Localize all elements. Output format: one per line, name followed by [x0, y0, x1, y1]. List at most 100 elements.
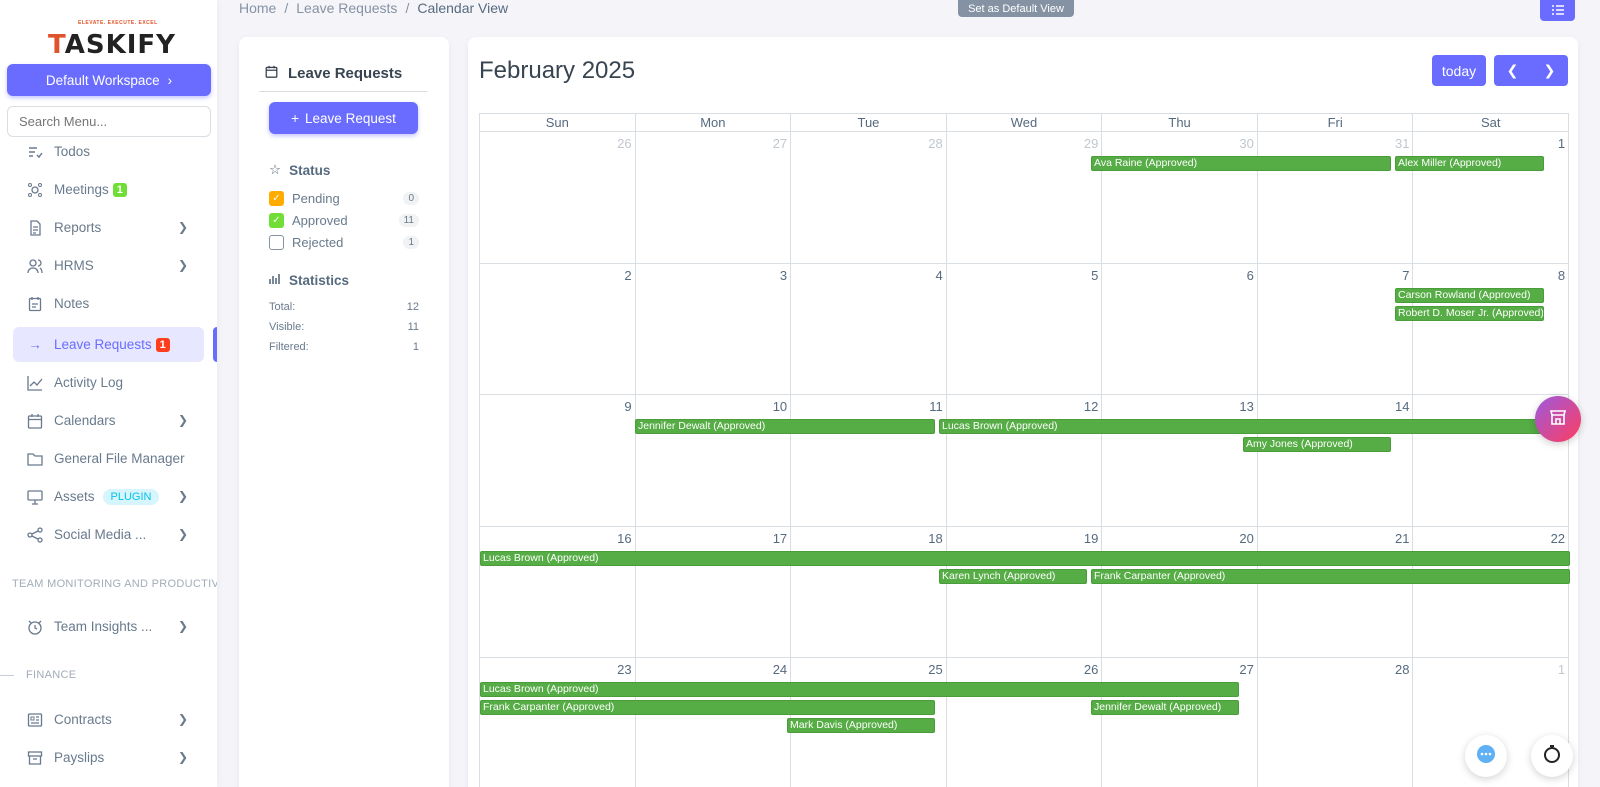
- day-cell[interactable]: 23: [480, 658, 636, 787]
- day-cell[interactable]: 13: [1102, 395, 1258, 526]
- day-cell[interactable]: 14: [1258, 395, 1414, 526]
- sidebar-item-reports[interactable]: Reports ❯: [13, 210, 204, 245]
- leave-event[interactable]: Frank Carpanter (Approved): [480, 700, 935, 715]
- sidebar-item-assets[interactable]: Assets PLUGIN ❯: [13, 479, 204, 514]
- day-cell[interactable]: 11: [791, 395, 947, 526]
- chevron-right-icon: ❯: [177, 258, 188, 272]
- day-cell[interactable]: 6: [1102, 263, 1258, 394]
- filter-rejected[interactable]: Rejected 1: [269, 235, 419, 250]
- stat-filtered: Filtered: 1: [269, 341, 419, 353]
- approved-checkbox[interactable]: ✓: [269, 213, 284, 228]
- leave-event[interactable]: Mark Davis (Approved): [787, 718, 935, 733]
- arrow-right-icon: →: [28, 337, 42, 352]
- day-cell[interactable]: 2: [480, 263, 636, 394]
- leave-event[interactable]: Lucas Brown (Approved): [480, 550, 1570, 566]
- day-cell[interactable]: 10: [636, 395, 792, 526]
- filter-approved[interactable]: ✓ Approved 11: [269, 213, 419, 228]
- day-cell[interactable]: 28: [1258, 658, 1414, 787]
- calendar-title: February 2025: [479, 57, 636, 84]
- day-cell[interactable]: 1: [1413, 132, 1570, 263]
- chevron-right-icon: ❯: [177, 750, 188, 764]
- sidebar-item-team-insights[interactable]: Team Insights ... ❯: [13, 609, 204, 644]
- day-cell[interactable]: 26: [480, 132, 636, 263]
- day-cell[interactable]: 27: [1102, 658, 1258, 787]
- timer-button[interactable]: [1531, 735, 1573, 777]
- day-cell[interactable]: 5: [947, 263, 1103, 394]
- day-cell[interactable]: 12: [947, 395, 1103, 526]
- list-view-button[interactable]: [1540, 0, 1575, 21]
- day-cell[interactable]: 9: [480, 395, 636, 526]
- leave-event[interactable]: Robert D. Moser Jr. (Approved): [1395, 305, 1544, 321]
- leave-event[interactable]: Alex Miller (Approved): [1395, 156, 1544, 171]
- day-cell[interactable]: 17: [636, 526, 792, 657]
- day-cell[interactable]: 16: [480, 526, 636, 657]
- sidebar-item-contracts[interactable]: Contracts ❯: [13, 702, 204, 737]
- pending-checkbox[interactable]: ✓: [269, 191, 284, 206]
- leave-event[interactable]: Lucas Brown (Approved): [480, 682, 1239, 697]
- divider: [259, 91, 427, 92]
- day-cell[interactable]: 3: [636, 263, 792, 394]
- sidebar-item-payslips[interactable]: Payslips ❯: [13, 740, 204, 775]
- leave-event[interactable]: Frank Carpanter (Approved): [1091, 568, 1570, 584]
- search-menu-input[interactable]: [7, 106, 211, 137]
- statistics-section-title: Statistics: [269, 273, 349, 288]
- day-cell[interactable]: 28: [791, 132, 947, 263]
- app-logo[interactable]: ELEVATE. EXECUTE. EXCEL TASKIFY: [48, 18, 176, 58]
- prev-month-button[interactable]: ❮: [1494, 55, 1531, 86]
- add-leave-request-button[interactable]: + Leave Request: [269, 102, 418, 134]
- bar-chart-icon: [269, 273, 281, 288]
- rejected-count: 1: [403, 236, 419, 249]
- chat-button[interactable]: [1465, 735, 1507, 777]
- weekday-sat: Sat: [1481, 115, 1501, 130]
- sidebar-item-calendars[interactable]: Calendars ❯: [13, 403, 204, 438]
- calendar-week: 9 10 11 12 13 14 15 Jennifer Dewalt (App…: [479, 395, 1570, 527]
- day-cell[interactable]: 21: [1258, 526, 1414, 657]
- day-cell[interactable]: 4: [791, 263, 947, 394]
- sidebar-item-social-media[interactable]: Social Media ... ❯: [13, 517, 204, 552]
- day-cell[interactable]: 24: [636, 658, 792, 787]
- day-cell[interactable]: 30: [1102, 132, 1258, 263]
- set-default-view-button[interactable]: Set as Default View: [958, 0, 1074, 17]
- day-cell[interactable]: 26: [947, 658, 1103, 787]
- leave-event[interactable]: Karen Lynch (Approved): [939, 568, 1087, 584]
- day-cell[interactable]: 18: [791, 526, 947, 657]
- sidebar-item-notes[interactable]: Notes: [13, 286, 204, 321]
- day-cell[interactable]: 22: [1413, 526, 1570, 657]
- rejected-checkbox[interactable]: [269, 235, 284, 250]
- share-icon: [26, 526, 44, 544]
- sidebar-item-activity-log[interactable]: Activity Log: [13, 365, 204, 400]
- list-icon: [1551, 2, 1564, 20]
- day-cell[interactable]: 27: [636, 132, 792, 263]
- day-cell[interactable]: 7: [1258, 263, 1414, 394]
- list-check-icon: [26, 143, 44, 161]
- day-cell[interactable]: 29: [947, 132, 1103, 263]
- sidebar-item-todos[interactable]: Todos: [13, 134, 204, 169]
- filter-pending[interactable]: ✓ Pending 0: [269, 191, 419, 206]
- weekday-header: Sun Mon Tue Wed Thu Fri Sat: [479, 113, 1569, 132]
- sidebar-item-hrms[interactable]: HRMS ❯: [13, 248, 204, 283]
- workspace-button[interactable]: Default Workspace ›: [7, 64, 211, 96]
- breadcrumb-leave-requests[interactable]: Leave Requests: [296, 0, 397, 16]
- calendar-nav: ❮ ❯: [1494, 55, 1568, 86]
- day-cell[interactable]: 8: [1413, 263, 1570, 394]
- leave-event[interactable]: Jennifer Dewalt (Approved): [635, 419, 935, 434]
- store-button[interactable]: [1535, 396, 1581, 442]
- leave-event[interactable]: Carson Rowland (Approved): [1395, 287, 1544, 303]
- day-cell[interactable]: 19: [947, 526, 1103, 657]
- leave-event[interactable]: Amy Jones (Approved): [1243, 437, 1391, 452]
- day-cell[interactable]: 20: [1102, 526, 1258, 657]
- leave-event[interactable]: Ava Raine (Approved): [1091, 156, 1391, 171]
- today-button[interactable]: today: [1432, 55, 1486, 86]
- next-month-button[interactable]: ❯: [1531, 55, 1568, 86]
- leave-event[interactable]: Jennifer Dewalt (Approved): [1091, 700, 1239, 715]
- notes-icon: [26, 295, 44, 313]
- breadcrumb-home[interactable]: Home: [239, 0, 276, 16]
- day-cell[interactable]: 31: [1258, 132, 1414, 263]
- section-header-team: TEAM MONITORING AND PRODUCTIVITY: [12, 578, 217, 590]
- sidebar-item-leave-requests[interactable]: → Leave Requests 1: [13, 327, 204, 362]
- sidebar-item-meetings[interactable]: Meetings 1: [13, 172, 204, 207]
- leave-event[interactable]: Lucas Brown (Approved): [939, 419, 1569, 434]
- leave-requests-badge: 1: [155, 337, 170, 352]
- file-icon: [26, 219, 44, 237]
- sidebar-item-file-manager[interactable]: General File Manager: [13, 441, 204, 476]
